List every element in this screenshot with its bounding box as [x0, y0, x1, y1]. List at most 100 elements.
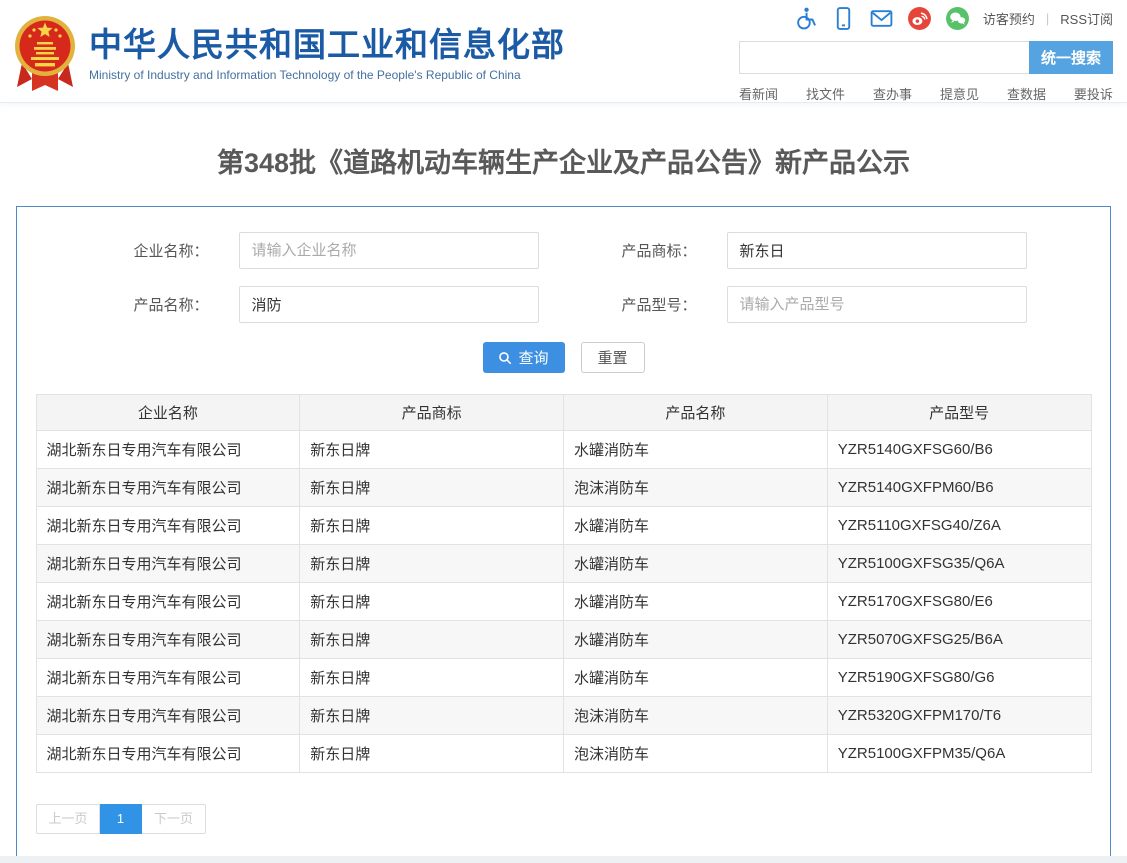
page-title: 第348批《道路机动车辆生产企业及产品公告》新产品公示 — [0, 147, 1127, 179]
pagination-page-1[interactable]: 1 — [100, 804, 142, 834]
product-name-input[interactable] — [239, 286, 539, 323]
cell-company: 湖北新东日专用汽车有限公司 — [36, 735, 300, 773]
quick-links: 看新闻 找文件 查办事 提意见 查数据 要投诉 — [739, 84, 1113, 103]
results-table: 企业名称 产品商标 产品名称 产品型号 湖北新东日专用汽车有限公司 新东日牌 水… — [36, 394, 1092, 773]
cell-company: 湖北新东日专用汽车有限公司 — [36, 621, 300, 659]
table-row: 湖北新东日专用汽车有限公司 新东日牌 水罐消防车 YZR5140GXFSG60/… — [36, 431, 1091, 469]
quick-link-news[interactable]: 看新闻 — [739, 84, 778, 103]
cell-model: YZR5070GXFSG25/B6A — [827, 621, 1091, 659]
cell-trademark: 新东日牌 — [300, 469, 564, 507]
cell-model: YZR5170GXFSG80/E6 — [827, 583, 1091, 621]
rss-subscribe-link[interactable]: RSS订阅 — [1060, 9, 1113, 28]
cell-model: YZR5190GXFSG80/G6 — [827, 659, 1091, 697]
announcement-panel: 企业名称： 产品商标： 产品名称： 产品型号： 查询 — [16, 206, 1111, 858]
cell-trademark: 新东日牌 — [300, 621, 564, 659]
cell-model: YZR5100GXFSG35/Q6A — [827, 545, 1091, 583]
table-row: 湖北新东日专用汽车有限公司 新东日牌 水罐消防车 YZR5190GXFSG80/… — [36, 659, 1091, 697]
cell-product: 水罐消防车 — [564, 431, 828, 469]
table-header-row: 企业名称 产品商标 产品名称 产品型号 — [36, 395, 1091, 431]
cell-trademark: 新东日牌 — [300, 697, 564, 735]
cell-company: 湖北新东日专用汽车有限公司 — [36, 545, 300, 583]
cell-trademark: 新东日牌 — [300, 583, 564, 621]
company-name-label: 企业名称： — [101, 240, 209, 261]
table-row: 湖北新东日专用汽车有限公司 新东日牌 水罐消防车 YZR5110GXFSG40/… — [36, 507, 1091, 545]
header-right: 访客预约 | RSS订阅 统一搜索 看新闻 找文件 查办事 提意见 查数据 要投… — [739, 0, 1113, 102]
top-links-divider: | — [1046, 11, 1049, 26]
quick-link-data[interactable]: 查数据 — [1007, 84, 1046, 103]
cell-product: 泡沫消防车 — [564, 697, 828, 735]
visitor-appointment-link[interactable]: 访客预约 — [983, 9, 1035, 28]
field-product-model: 产品型号： — [589, 286, 1027, 323]
search-icon — [498, 351, 512, 365]
cell-model: YZR5140GXFSG60/B6 — [827, 431, 1091, 469]
field-company-name: 企业名称： — [101, 232, 539, 269]
field-product-name: 产品名称： — [101, 286, 539, 323]
query-form: 企业名称： 产品商标： 产品名称： 产品型号： — [17, 232, 1110, 323]
cell-trademark: 新东日牌 — [300, 735, 564, 773]
header-top-row: 访客预约 | RSS订阅 — [739, 5, 1113, 32]
cell-product: 水罐消防车 — [564, 507, 828, 545]
national-emblem-logo — [14, 13, 76, 95]
unified-search: 统一搜索 — [739, 41, 1113, 74]
unified-search-input[interactable] — [739, 41, 1029, 74]
cell-product: 水罐消防车 — [564, 659, 828, 697]
column-header-product: 产品名称 — [564, 395, 828, 431]
quick-link-documents[interactable]: 找文件 — [806, 84, 845, 103]
pagination-prev-button[interactable]: 上一页 — [36, 804, 100, 834]
field-product-trademark: 产品商标： — [589, 232, 1027, 269]
table-row: 湖北新东日专用汽车有限公司 新东日牌 水罐消防车 YZR5070GXFSG25/… — [36, 621, 1091, 659]
cell-company: 湖北新东日专用汽车有限公司 — [36, 507, 300, 545]
table-row: 湖北新东日专用汽车有限公司 新东日牌 水罐消防车 YZR5170GXFSG80/… — [36, 583, 1091, 621]
brand: 中华人民共和国工业和信息化部 Ministry of Industry and … — [14, 0, 565, 102]
cell-model: YZR5140GXFPM60/B6 — [827, 469, 1091, 507]
product-trademark-input[interactable] — [727, 232, 1027, 269]
table-row: 湖北新东日专用汽车有限公司 新东日牌 泡沫消防车 YZR5140GXFPM60/… — [36, 469, 1091, 507]
cell-trademark: 新东日牌 — [300, 659, 564, 697]
main-content: 第348批《道路机动车辆生产企业及产品公告》新产品公示 企业名称： 产品商标： … — [0, 147, 1127, 858]
weibo-icon[interactable] — [907, 6, 932, 31]
cell-product: 水罐消防车 — [564, 545, 828, 583]
site-header: 中华人民共和国工业和信息化部 Ministry of Industry and … — [0, 0, 1127, 103]
table-row: 湖北新东日专用汽车有限公司 新东日牌 水罐消防车 YZR5100GXFSG35/… — [36, 545, 1091, 583]
brand-text: 中华人民共和国工业和信息化部 Ministry of Industry and … — [89, 26, 565, 82]
quick-link-services[interactable]: 查办事 — [873, 84, 912, 103]
product-model-label: 产品型号： — [589, 294, 697, 315]
unified-search-button[interactable]: 统一搜索 — [1029, 41, 1113, 74]
company-name-input[interactable] — [239, 232, 539, 269]
cell-company: 湖北新东日专用汽车有限公司 — [36, 469, 300, 507]
mail-icon[interactable] — [869, 6, 894, 31]
cell-trademark: 新东日牌 — [300, 431, 564, 469]
reset-button[interactable]: 重置 — [581, 342, 645, 373]
column-header-model: 产品型号 — [827, 395, 1091, 431]
cell-product: 水罐消防车 — [564, 621, 828, 659]
cell-company: 湖北新东日专用汽车有限公司 — [36, 583, 300, 621]
pagination: 上一页 1 下一页 — [36, 804, 1110, 834]
cell-model: YZR5100GXFPM35/Q6A — [827, 735, 1091, 773]
query-button-label: 查询 — [518, 347, 548, 368]
table-row: 湖北新东日专用汽车有限公司 新东日牌 泡沫消防车 YZR5320GXFPM170… — [36, 697, 1091, 735]
cell-trademark: 新东日牌 — [300, 507, 564, 545]
site-subtitle: Ministry of Industry and Information Tec… — [89, 68, 565, 82]
table-row: 湖北新东日专用汽车有限公司 新东日牌 泡沫消防车 YZR5100GXFPM35/… — [36, 735, 1091, 773]
query-button[interactable]: 查询 — [483, 342, 565, 373]
cell-model: YZR5110GXFSG40/Z6A — [827, 507, 1091, 545]
quick-link-complaint[interactable]: 要投诉 — [1074, 84, 1113, 103]
quick-link-feedback[interactable]: 提意见 — [940, 84, 979, 103]
pagination-next-button[interactable]: 下一页 — [142, 804, 206, 834]
cell-company: 湖北新东日专用汽车有限公司 — [36, 659, 300, 697]
cell-model: YZR5320GXFPM170/T6 — [827, 697, 1091, 735]
product-trademark-label: 产品商标： — [589, 240, 697, 261]
footer-strip — [0, 856, 1127, 863]
form-actions: 查询 重置 — [17, 342, 1110, 373]
site-title: 中华人民共和国工业和信息化部 — [89, 26, 565, 64]
column-header-trademark: 产品商标 — [300, 395, 564, 431]
cell-company: 湖北新东日专用汽车有限公司 — [36, 697, 300, 735]
accessibility-icon[interactable] — [793, 6, 818, 31]
cell-product: 泡沫消防车 — [564, 469, 828, 507]
mobile-icon[interactable] — [831, 6, 856, 31]
cell-product: 水罐消防车 — [564, 583, 828, 621]
product-model-input[interactable] — [727, 286, 1027, 323]
cell-product: 泡沫消防车 — [564, 735, 828, 773]
cell-trademark: 新东日牌 — [300, 545, 564, 583]
wechat-icon[interactable] — [945, 6, 970, 31]
